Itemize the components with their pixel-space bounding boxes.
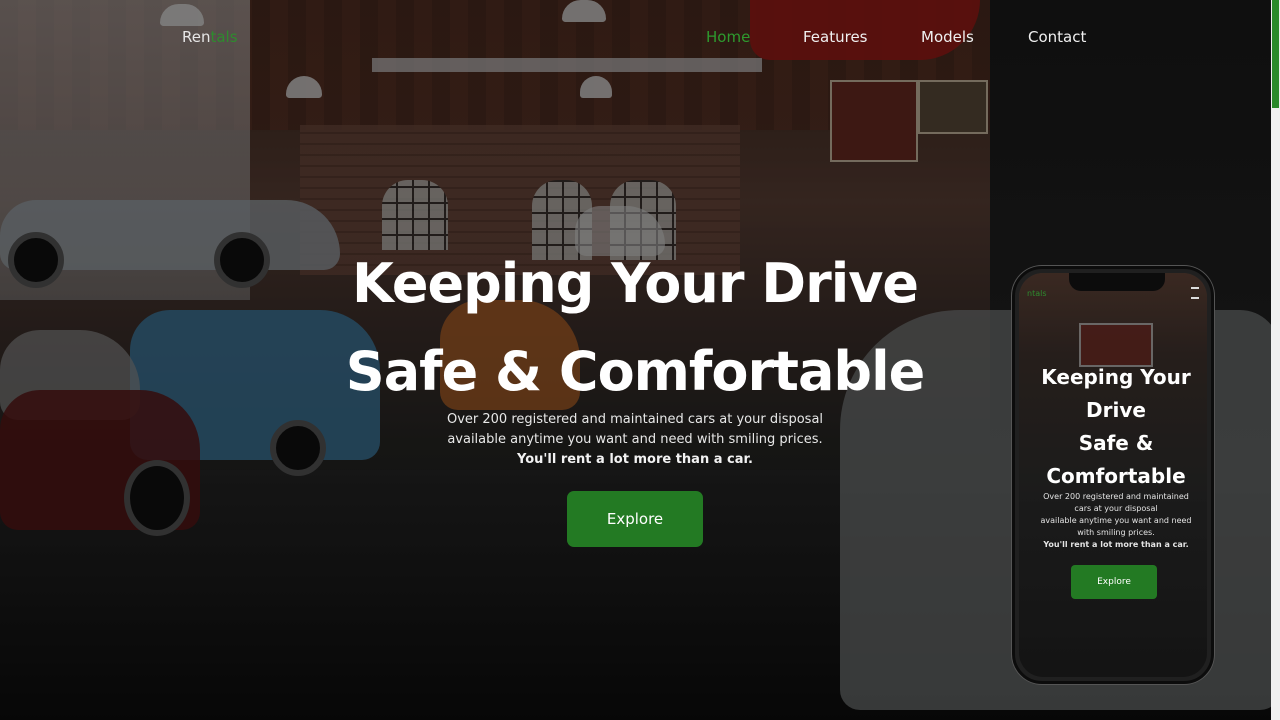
phone-mockup: ntals Keeping Your Drive Safe & Comforta… [1012, 266, 1214, 684]
nav-item-home[interactable]: Home [706, 28, 750, 46]
brand-logo[interactable]: Rentals [182, 28, 238, 46]
hamburger-menu-icon [1191, 287, 1199, 299]
hero-subtitle: Over 200 registered and maintained cars … [400, 410, 870, 470]
phone-hero-title: Keeping Your Drive Safe & Comfortable [1019, 361, 1207, 493]
phone-subtitle-bold: You'll rent a lot more than a car. [1043, 540, 1189, 549]
phone-title-line1: Keeping Your [1041, 365, 1191, 389]
hero-subtitle-line2: available anytime you want and need with… [447, 432, 823, 447]
phone-title-line4: Comfortable [1046, 464, 1186, 488]
explore-button[interactable]: Explore [567, 491, 703, 547]
hero-title-line1: Keeping Your Drive [351, 252, 919, 315]
phone-subtitle-line3: available anytime you want and need [1040, 516, 1192, 525]
hero-title-line2: Safe & Comfortable [345, 340, 925, 403]
nav-item-models[interactable]: Models [921, 28, 974, 46]
brand-logo-part1: Ren [182, 28, 211, 46]
nav-item-contact[interactable]: Contact [1028, 28, 1086, 46]
phone-subtitle-line4: with smiling prices. [1077, 528, 1155, 537]
page-scrollbar[interactable] [1271, 0, 1280, 720]
phone-hero-subtitle: Over 200 registered and maintained cars … [1025, 491, 1207, 551]
top-navigation: Rentals Home Features Models Contact [0, 0, 1280, 76]
phone-screen: ntals Keeping Your Drive Safe & Comforta… [1019, 273, 1207, 677]
hero-subtitle-line1: Over 200 registered and maintained cars … [446, 412, 824, 427]
phone-brand-logo: ntals [1027, 289, 1047, 298]
phone-subtitle-line1: Over 200 registered and maintained [1043, 492, 1189, 501]
scrollbar-thumb[interactable] [1272, 0, 1279, 108]
brand-logo-part2: tals [210, 28, 238, 46]
phone-subtitle-line2: cars at your disposal [1074, 504, 1158, 513]
nav-item-features[interactable]: Features [803, 28, 868, 46]
phone-title-line2: Drive [1086, 398, 1146, 422]
phone-notch [1069, 273, 1165, 291]
phone-explore-button: Explore [1071, 565, 1157, 599]
hero-subtitle-bold: You'll rent a lot more than a car. [517, 452, 753, 467]
phone-title-line3: Safe & [1078, 431, 1154, 455]
